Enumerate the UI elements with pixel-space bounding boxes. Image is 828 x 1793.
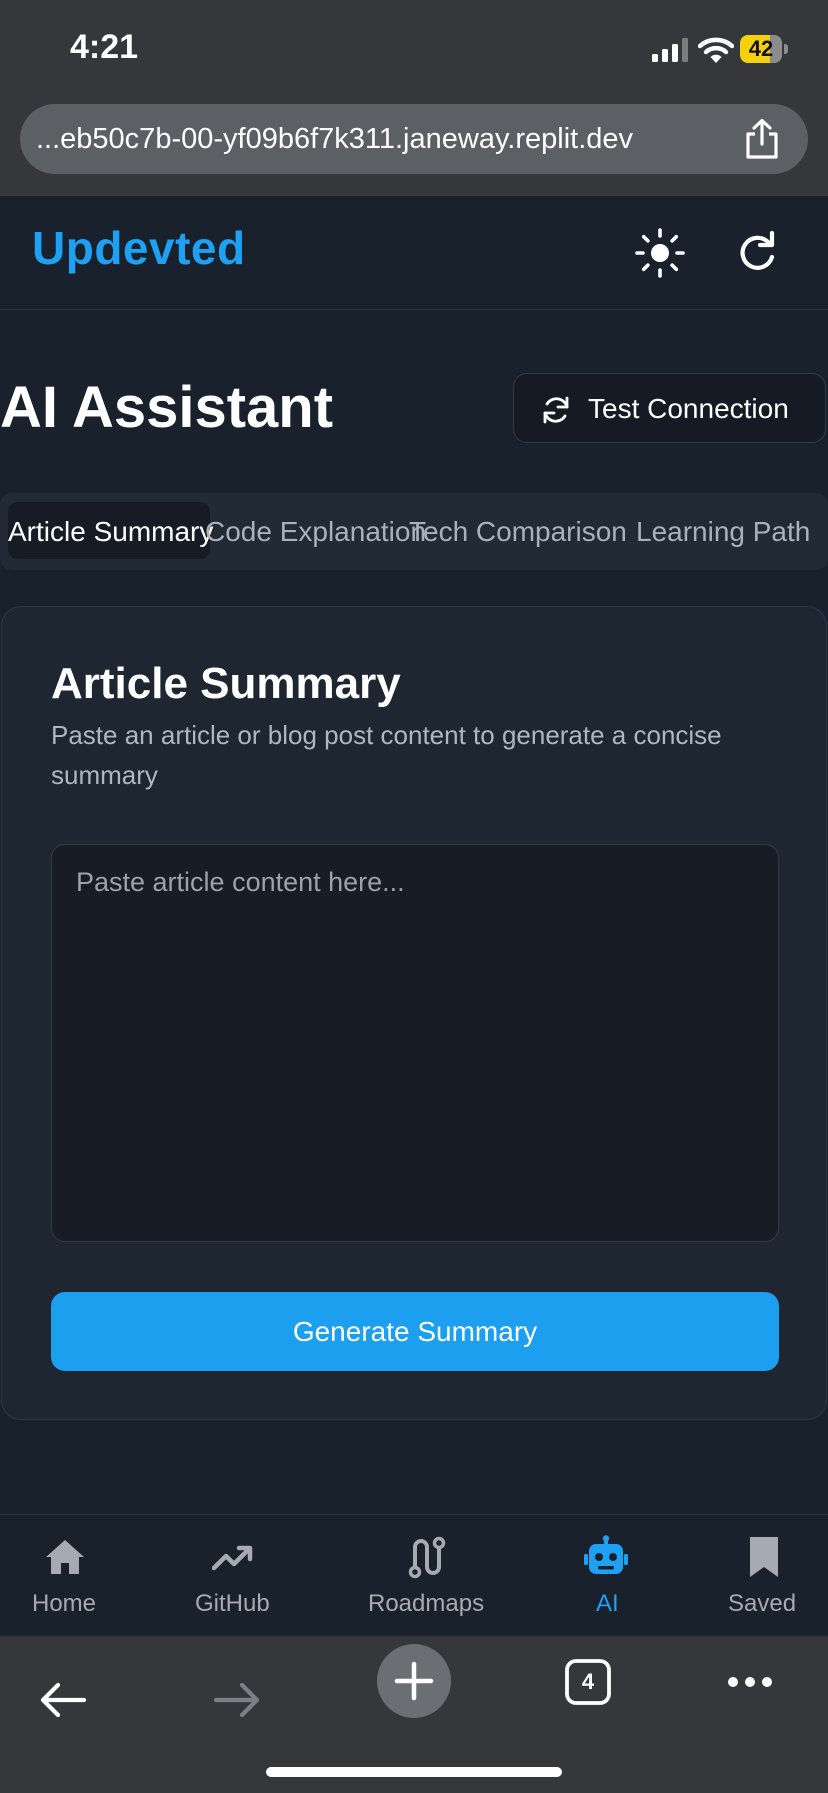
tabs-button[interactable]: 4 (564, 1658, 612, 1706)
cellular-signal-icon (652, 38, 688, 62)
nav-label-github: GitHub (195, 1590, 270, 1617)
sun-icon[interactable] (634, 227, 686, 279)
tab-article-summary[interactable]: Article Summary (8, 493, 213, 570)
robot-icon (584, 1535, 628, 1574)
back-arrow-icon[interactable] (38, 1680, 88, 1720)
url-text[interactable]: ...eb50c7b-00-yf09b6f7k311.janeway.repli… (36, 104, 748, 174)
nav-label-roadmaps: Roadmaps (368, 1590, 485, 1617)
card-description: Paste an article or blog post content to… (51, 720, 722, 790)
trending-icon (211, 1545, 253, 1571)
tab-tech-comparison[interactable]: Tech Comparison (409, 493, 627, 570)
nav-item-home[interactable]: Home (0, 1515, 130, 1635)
status-bar: 4:21 42 (0, 0, 828, 98)
test-connection-label: Test Connection (588, 393, 789, 424)
home-indicator (266, 1767, 562, 1777)
nav-label-home: Home (32, 1590, 97, 1617)
battery-icon: 42 (740, 35, 788, 63)
tab-learning-path[interactable]: Learning Path (636, 493, 810, 570)
tab-code-explanation[interactable]: Code Explanation (205, 493, 426, 570)
page-title: AI Assistant (0, 375, 334, 440)
status-time: 4:21 (70, 28, 139, 66)
more-options-icon[interactable] (726, 1674, 774, 1690)
brand-logo[interactable]: Updevted (32, 221, 246, 275)
article-content-input[interactable] (51, 844, 779, 1242)
test-connection-button[interactable]: Test Connection (513, 373, 826, 443)
bookmark-icon (750, 1537, 778, 1577)
battery-level: 42 (748, 36, 774, 61)
share-icon[interactable] (742, 118, 782, 160)
forward-arrow-icon[interactable] (212, 1680, 262, 1720)
home-icon (46, 1540, 84, 1574)
nav-item-ai[interactable]: AI (570, 1515, 645, 1635)
route-icon (408, 1536, 446, 1579)
nav-label-saved: Saved (728, 1590, 797, 1617)
address-bar[interactable]: ...eb50c7b-00-yf09b6f7k311.janeway.repli… (20, 104, 808, 174)
new-tab-plus-icon[interactable] (377, 1644, 451, 1718)
nav-item-github[interactable]: GitHub (180, 1515, 290, 1635)
card-title: Article Summary (51, 659, 401, 708)
sync-icon (543, 396, 569, 424)
bottom-nav: Home GitHub Roadmaps AI Saved (0, 1514, 828, 1635)
nav-label-ai: AI (596, 1590, 619, 1617)
app-header: Updevted (0, 197, 828, 310)
nav-item-roadmaps[interactable]: Roadmaps (358, 1515, 498, 1635)
wifi-icon (698, 37, 734, 63)
assistant-tabs: Article Summary Code Explanation Tech Co… (0, 493, 828, 570)
browser-address-area: ...eb50c7b-00-yf09b6f7k311.janeway.repli… (0, 98, 828, 197)
refresh-icon[interactable] (734, 227, 782, 279)
article-summary-card: Article Summary Paste an article or blog… (1, 606, 827, 1420)
generate-summary-button[interactable]: Generate Summary (51, 1292, 779, 1371)
nav-item-saved[interactable]: Saved (718, 1515, 808, 1635)
tab-count: 4 (581, 1669, 595, 1694)
